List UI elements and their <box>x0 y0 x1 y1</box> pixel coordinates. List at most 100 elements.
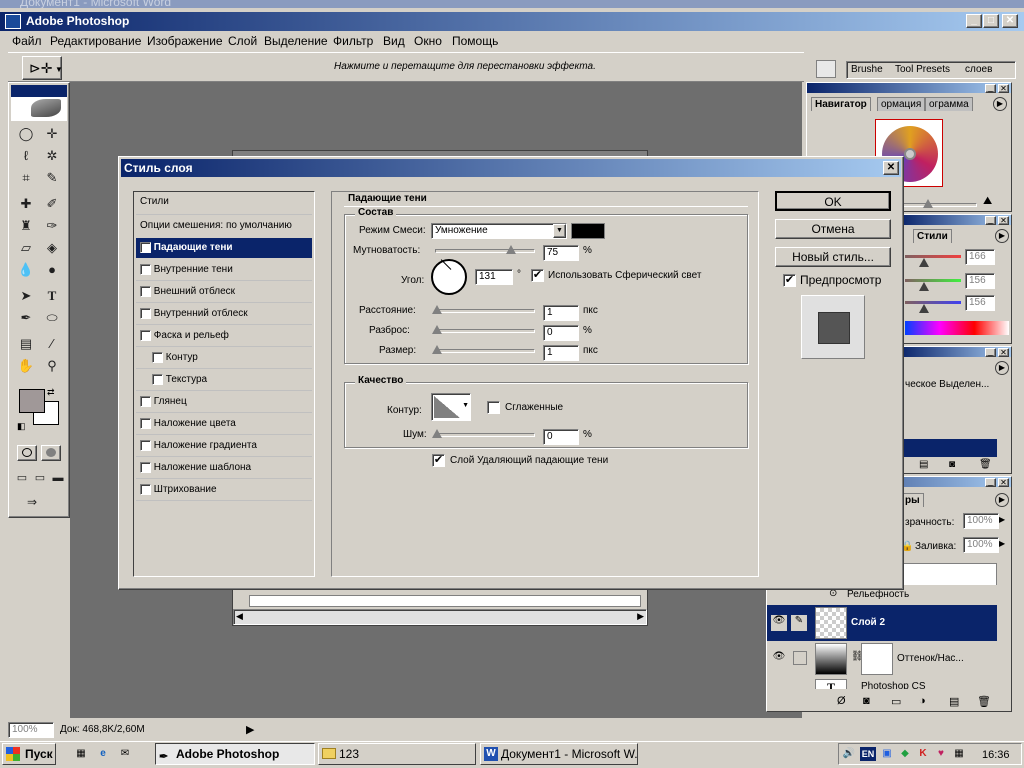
minimize-button[interactable]: _ <box>966 14 982 28</box>
swap-colors-icon[interactable]: ⇄ <box>47 387 55 398</box>
quicklaunch-outlook-icon[interactable]: ✉ <box>118 747 132 761</box>
history-panel-menu-icon[interactable]: ▶ <box>995 361 1009 375</box>
new-style-button[interactable]: Новый стиль... <box>775 247 891 267</box>
menu-image[interactable]: Изображение <box>147 34 223 48</box>
zoom-tool-icon[interactable]: ⚲ <box>43 357 61 375</box>
start-button[interactable]: Пуск <box>2 743 56 765</box>
drop-shadow-checkbox[interactable]: ✔ <box>140 241 151 253</box>
style-item-color-overlay[interactable]: Наложение цвета <box>136 414 312 434</box>
dialog-close-button[interactable]: ✕ <box>883 161 899 175</box>
gradient-overlay-checkbox[interactable] <box>140 439 151 451</box>
menu-view[interactable]: Вид <box>383 34 405 48</box>
style-item-inner-shadow[interactable]: Внутренние тени <box>136 260 312 280</box>
new-layer-icon[interactable]: ▤ <box>949 695 959 708</box>
brush-link-icon[interactable]: ✎ <box>791 615 807 631</box>
scroll-left-icon[interactable]: ◀ <box>236 611 243 622</box>
style-item-inner-glow[interactable]: Внутренний отблеск <box>136 304 312 324</box>
size-slider[interactable] <box>432 345 535 354</box>
color-minimize-button[interactable]: _ <box>985 216 996 225</box>
style-item-texture[interactable]: Текстура <box>136 370 312 390</box>
screen-mode-icon[interactable]: ▭ <box>13 469 31 487</box>
menu-select[interactable]: Выделение <box>264 34 328 48</box>
tab-info[interactable]: ормация <box>877 97 926 111</box>
dialog-titlebar[interactable]: Стиль слоя ✕ <box>121 159 901 177</box>
doc-horizontal-scrollbar[interactable]: ◀ ▶ <box>233 609 647 625</box>
layers-minimize-button[interactable]: _ <box>985 478 996 487</box>
tab-navigator[interactable]: Навигатор <box>811 97 871 111</box>
navigator-close-button[interactable]: ✕ <box>998 84 1009 93</box>
tab-histogram[interactable]: ограмма <box>925 97 973 111</box>
doc-size[interactable]: Док: 468,8K/2,60M <box>60 724 145 735</box>
style-item-contour[interactable]: Контур <box>136 348 312 368</box>
history-delete-icon[interactable]: 🗑 <box>979 459 992 470</box>
noise-slider[interactable] <box>432 429 535 438</box>
add-style-icon[interactable]: Ø <box>837 695 846 707</box>
tray-app-icon-4[interactable]: ♥ <box>934 747 948 761</box>
chevron-down-icon[interactable]: ▼ <box>553 224 566 238</box>
eraser-tool-icon[interactable]: ▱ <box>17 239 35 257</box>
cancel-button[interactable]: Отмена <box>775 219 891 239</box>
tray-app-icon-2[interactable]: ◆ <box>898 747 912 761</box>
close-button[interactable]: ✕ <box>1002 14 1018 28</box>
tab-layers[interactable]: ры <box>901 493 924 507</box>
adobe-online-logo[interactable] <box>11 97 67 121</box>
crop-tool-icon[interactable]: ⌗ <box>17 169 35 187</box>
color-close-button[interactable]: ✕ <box>998 216 1009 225</box>
distance-input[interactable]: 1 <box>543 305 579 321</box>
healing-brush-icon[interactable]: ✚ <box>17 195 35 213</box>
color-overlay-checkbox[interactable] <box>140 417 151 429</box>
blue-value[interactable]: 156 <box>965 295 995 311</box>
red-value[interactable]: 166 <box>965 249 995 265</box>
path-selection-icon[interactable]: ➤ <box>17 287 35 305</box>
contour-picker[interactable]: ▼ <box>431 393 471 421</box>
color-panel-menu-icon[interactable]: ▶ <box>995 229 1009 243</box>
color-ramp[interactable] <box>905 321 1009 335</box>
blur-tool-icon[interactable]: 💧 <box>17 261 35 279</box>
photoshop-titlebar[interactable]: Adobe Photoshop _ □ ✕ <box>0 12 1024 31</box>
history-new-doc-icon[interactable]: ▤ <box>919 459 928 470</box>
menu-layer[interactable]: Слой <box>228 34 257 48</box>
menu-filter[interactable]: Фильтр <box>333 34 373 48</box>
foreground-color-swatch[interactable] <box>19 389 45 413</box>
paint-bucket-icon[interactable]: ◈ <box>43 239 61 257</box>
menu-help[interactable]: Помощь <box>452 34 498 48</box>
clone-stamp-icon[interactable]: ♜ <box>17 217 35 235</box>
jump-to-imageready-icon[interactable]: ⇒ <box>23 493 41 511</box>
style-item-drop-shadow[interactable]: ✔ Падающие тени <box>136 238 312 258</box>
tray-app-icon-3[interactable]: K <box>916 747 930 761</box>
spread-slider[interactable] <box>432 325 535 334</box>
scroll-right-icon[interactable]: ▶ <box>637 611 644 622</box>
stroke-checkbox[interactable] <box>140 483 151 495</box>
pattern-overlay-checkbox[interactable] <box>140 461 151 473</box>
spread-input[interactable]: 0 <box>543 325 579 341</box>
brush-tool-icon[interactable]: ✐ <box>43 195 61 213</box>
dodge-tool-icon[interactable]: ● <box>43 261 61 279</box>
layer-name[interactable]: Оттенок/Нас... <box>897 653 964 664</box>
red-slider[interactable] <box>905 255 961 267</box>
history-close-button[interactable]: ✕ <box>998 348 1009 357</box>
global-light-checkbox[interactable]: ✔ <box>531 269 544 282</box>
size-input[interactable]: 1 <box>543 345 579 361</box>
well-tab-layers[interactable]: слоев <box>965 64 992 75</box>
panel-menu-icon[interactable]: ▶ <box>993 97 1007 111</box>
opacity-slider[interactable] <box>435 245 535 254</box>
texture-checkbox[interactable] <box>152 373 163 385</box>
opacity-input[interactable]: 75 <box>543 245 579 261</box>
layer-name[interactable]: Photoshop CS <box>861 681 926 689</box>
new-set-icon[interactable]: ▭ <box>891 695 901 708</box>
slice-tool-icon[interactable]: ✎ <box>43 169 61 187</box>
style-item-satin[interactable]: Глянец <box>136 392 312 412</box>
layer-fill-arrow-icon[interactable]: ▶ <box>999 539 1005 548</box>
blend-mode-select[interactable]: Умножение ▼ <box>431 223 567 239</box>
menu-edit[interactable]: Редактирование <box>50 34 141 48</box>
type-tool-icon[interactable]: T <box>43 287 61 305</box>
tool-preset-picker[interactable]: ⊳✛ ▼ <box>22 56 63 80</box>
task-word[interactable]: W Документ1 - Microsoft W... <box>480 743 638 765</box>
blending-options-item[interactable]: Опции смешения: по умолчанию <box>136 216 312 236</box>
noise-input[interactable]: 0 <box>543 429 579 445</box>
magic-wand-icon[interactable]: ✲ <box>43 147 61 165</box>
standard-mode-button[interactable] <box>17 445 37 461</box>
layers-close-button[interactable]: ✕ <box>998 478 1009 487</box>
pen-tool-icon[interactable]: ✒ <box>17 309 35 327</box>
inner-glow-checkbox[interactable] <box>140 307 151 319</box>
